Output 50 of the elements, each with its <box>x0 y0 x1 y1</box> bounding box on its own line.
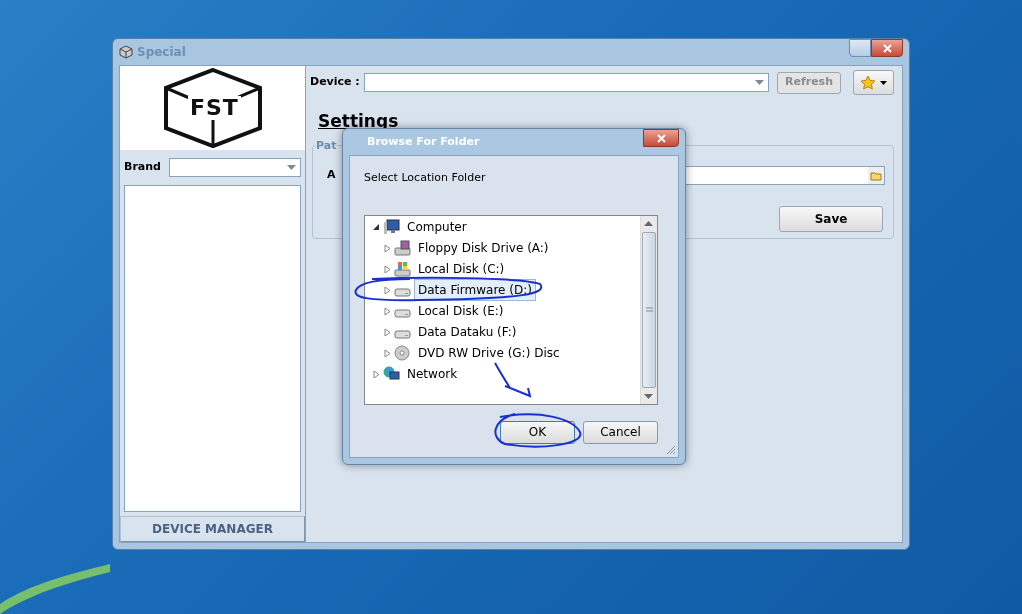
device-dropdown[interactable] <box>363 73 769 92</box>
tree-item[interactable]: Local Disk (E:) <box>414 300 508 322</box>
disc-icon <box>394 345 411 361</box>
expand-triangle-icon[interactable] <box>384 328 391 336</box>
folder-icon <box>868 166 884 184</box>
expand-triangle-icon[interactable] <box>384 244 391 252</box>
tree-scrollbar[interactable] <box>640 215 657 404</box>
system-drive-icon <box>394 261 411 277</box>
close-button[interactable] <box>871 39 903 57</box>
expand-triangle-icon[interactable] <box>384 349 391 357</box>
close-icon <box>656 133 666 143</box>
dialog-close-button[interactable] <box>643 129 679 147</box>
ok-button[interactable]: OK <box>500 420 575 444</box>
tree-item[interactable]: Data Dataku (F:) <box>414 321 521 343</box>
brand-label: Brand <box>124 159 161 176</box>
cancel-button[interactable]: Cancel <box>583 420 658 444</box>
favorites-menu-button[interactable] <box>853 70 894 95</box>
dropdown-arrow-icon <box>287 165 296 170</box>
tree-item[interactable]: Network <box>403 363 462 385</box>
field-label: A <box>327 166 336 183</box>
device-label: Device : <box>310 74 360 91</box>
logo-text: FST <box>188 96 241 120</box>
ink-arrow <box>494 362 531 397</box>
network-icon <box>383 366 400 382</box>
dropdown-arrow-icon <box>755 80 764 85</box>
collapse-triangle-icon[interactable] <box>373 223 380 231</box>
cube-icon <box>119 45 133 59</box>
expand-triangle-icon[interactable] <box>373 370 380 378</box>
save-button[interactable]: Save <box>779 205 883 232</box>
tree-item[interactable]: Computer <box>403 216 471 238</box>
close-icon <box>882 43 892 53</box>
computer-icon <box>383 219 400 235</box>
dialog-title: Browse For Folder <box>367 133 480 150</box>
prompt-text: Select Location Folder <box>364 170 487 186</box>
minimize-button[interactable] <box>849 39 871 57</box>
resize-grip-icon <box>666 445 676 455</box>
window-title: Special <box>137 44 186 61</box>
star-icon <box>860 74 876 91</box>
caret-icon <box>880 80 887 85</box>
settings-heading: Settings <box>318 110 400 133</box>
expand-triangle-icon[interactable] <box>384 307 391 315</box>
brand-dropdown[interactable] <box>168 158 301 177</box>
floppy-drive-icon <box>394 240 411 256</box>
expand-triangle-icon[interactable] <box>384 286 391 294</box>
device-manager-button[interactable]: DEVICE MANAGER <box>120 516 305 542</box>
grip-icon <box>645 307 653 312</box>
expand-triangle-icon[interactable] <box>384 265 391 273</box>
tree-item[interactable]: Local Disk (C:) <box>414 258 509 280</box>
tree-item[interactable]: DVD RW Drive (G:) Disc <box>414 342 564 364</box>
tree-item[interactable]: Floppy Disk Drive (A:) <box>414 237 553 259</box>
